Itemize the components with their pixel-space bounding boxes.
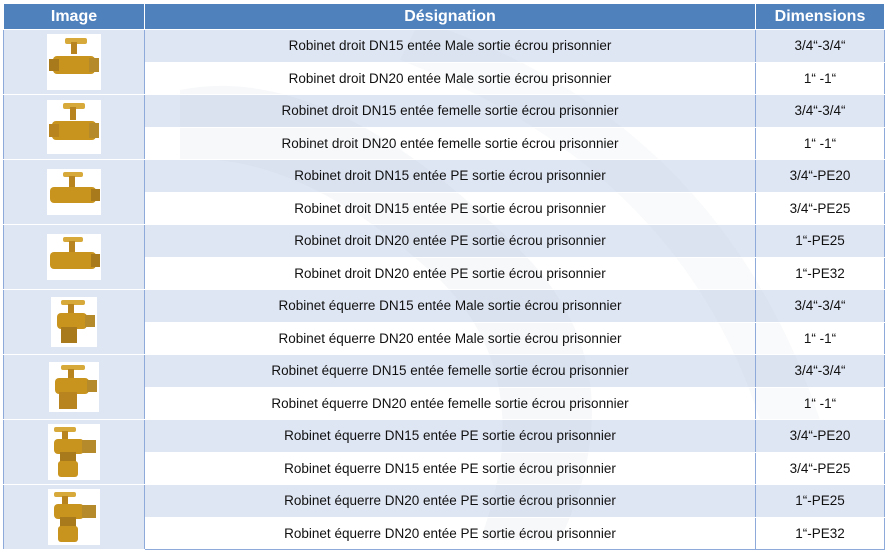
table-row: Robinet équerre DN15 entée Male sortie é…: [3, 289, 885, 355]
dimensions-cell: 1“-PE25: [755, 484, 885, 518]
designation-cell: Robinet droit DN20 entée femelle sortie …: [144, 126, 756, 160]
straight-valve-pe-icon: [47, 234, 101, 280]
designation-cell: Robinet droit DN20 entée PE sortie écrou…: [144, 224, 756, 258]
angle-valve-pe-icon: [48, 424, 100, 480]
designation-cell: Robinet droit DN15 entée PE sortie écrou…: [144, 191, 756, 225]
product-image-cell: [3, 29, 145, 95]
designation-cell: Robinet droit DN15 entée Male sortie écr…: [144, 29, 756, 63]
product-image-cell: [3, 289, 145, 355]
dimensions-cell: 1“-PE32: [755, 256, 885, 290]
designation-cell: Robinet équerre DN20 entée PE sortie écr…: [144, 484, 756, 518]
designation-cell: Robinet droit DN20 entée PE sortie écrou…: [144, 256, 756, 290]
table-row: Robinet droit DN20 entée PE sortie écrou…: [3, 224, 885, 290]
table-row: Robinet équerre DN20 entée PE sortie écr…: [3, 484, 885, 550]
product-image-cell: [3, 94, 145, 160]
table-row: Robinet droit DN15 entée PE sortie écrou…: [3, 159, 885, 225]
dimensions-cell: 3/4“-PE20: [755, 159, 885, 193]
dimensions-cell: 1“ -1“: [755, 386, 885, 420]
table-row: Robinet droit DN15 entée Male sortie écr…: [3, 29, 885, 95]
designation-cell: Robinet équerre DN20 entée Male sortie é…: [144, 321, 756, 355]
designation-cell: Robinet équerre DN20 entée PE sortie écr…: [144, 516, 756, 550]
designation-cell: Robinet équerre DN15 entée femelle sorti…: [144, 354, 756, 388]
designation-cell: Robinet droit DN20 entée Male sortie écr…: [144, 61, 756, 95]
dimensions-cell: 3/4“-3/4“: [755, 94, 885, 128]
angle-valve-male-icon: [51, 297, 97, 347]
dimensions-cell: 1“ -1“: [755, 61, 885, 95]
designation-cell: Robinet droit DN15 entée PE sortie écrou…: [144, 159, 756, 193]
dimensions-cell: 1“-PE32: [755, 516, 885, 550]
designation-cell: Robinet équerre DN15 entée Male sortie é…: [144, 289, 756, 323]
table-header-row: Image Désignation Dimensions: [3, 3, 885, 30]
table-row: Robinet droit DN15 entée femelle sortie …: [3, 94, 885, 160]
dimensions-cell: 1“ -1“: [755, 126, 885, 160]
header-dimensions: Dimensions: [755, 3, 885, 30]
product-image-cell: [3, 354, 145, 420]
angle-valve-female-icon: [49, 362, 99, 412]
table-row: Robinet équerre DN15 entée femelle sorti…: [3, 354, 885, 420]
dimensions-cell: 3/4“-3/4“: [755, 354, 885, 388]
dimensions-cell: 3/4“-3/4“: [755, 29, 885, 63]
designation-cell: Robinet droit DN15 entée femelle sortie …: [144, 94, 756, 128]
straight-valve-pe-icon: [47, 169, 101, 215]
straight-valve-male-icon: [47, 34, 101, 90]
dimensions-cell: 3/4“-3/4“: [755, 289, 885, 323]
header-image: Image: [3, 3, 145, 30]
product-image-cell: [3, 159, 145, 225]
dimensions-cell: 1“ -1“: [755, 321, 885, 355]
dimensions-cell: 3/4“-PE25: [755, 191, 885, 225]
designation-cell: Robinet équerre DN15 entée PE sortie écr…: [144, 419, 756, 453]
product-image-cell: [3, 419, 145, 485]
table-row: Robinet équerre DN15 entée PE sortie écr…: [3, 419, 885, 485]
designation-cell: Robinet équerre DN20 entée femelle sorti…: [144, 386, 756, 420]
straight-valve-female-icon: [47, 100, 101, 154]
dimensions-cell: 3/4“-PE20: [755, 419, 885, 453]
dimensions-cell: 1“-PE25: [755, 224, 885, 258]
dimensions-cell: 3/4“-PE25: [755, 451, 885, 485]
angle-valve-pe-icon: [48, 489, 100, 545]
product-table: Image Désignation Dimensions Robinet dro…: [3, 3, 885, 550]
header-designation: Désignation: [144, 3, 756, 30]
designation-cell: Robinet équerre DN15 entée PE sortie écr…: [144, 451, 756, 485]
product-image-cell: [3, 484, 145, 550]
product-image-cell: [3, 224, 145, 290]
